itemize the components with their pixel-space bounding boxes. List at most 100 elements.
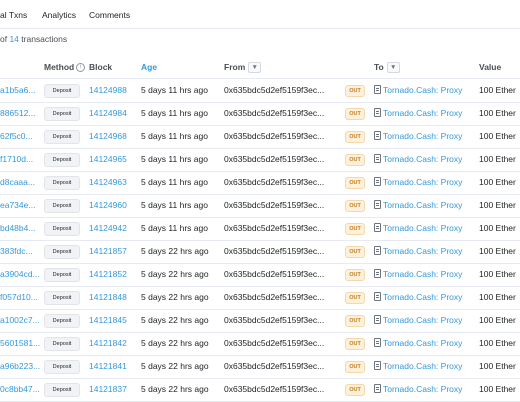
tab-internal-txns[interactable]: al Txns [0, 10, 27, 20]
age-text: 5 days 22 hrs ago [141, 384, 209, 394]
from-address[interactable]: 0x635bdc5d2ef5159f3ec... [224, 154, 324, 164]
method-badge: Deposit [44, 314, 80, 328]
to-address-link[interactable]: Tornado.Cash: Proxy [374, 384, 462, 394]
block-link[interactable]: 14124963 [89, 177, 127, 187]
block-link[interactable]: 14121848 [89, 292, 127, 302]
from-address[interactable]: 0x635bdc5d2ef5159f3ec... [224, 269, 324, 279]
info-icon[interactable]: i [76, 63, 86, 73]
block-link[interactable]: 14124942 [89, 223, 127, 233]
from-address[interactable]: 0x635bdc5d2ef5159f3ec... [224, 223, 324, 233]
txn-hash-link[interactable]: d8caaa... [0, 177, 35, 187]
header-block: Block [89, 62, 113, 72]
age-text: 5 days 11 hrs ago [141, 177, 208, 187]
to-address-link[interactable]: Tornado.Cash: Proxy [374, 85, 462, 95]
to-address-link[interactable]: Tornado.Cash: Proxy [374, 177, 462, 187]
txn-hash-link[interactable]: a1b5a6... [0, 85, 35, 95]
txn-hash-link[interactable]: 62f5c0... [0, 131, 33, 141]
to-address-label: Tornado.Cash: Proxy [383, 177, 463, 187]
funnel-icon[interactable]: ▼ [248, 62, 262, 74]
to-address-link[interactable]: Tornado.Cash: Proxy [374, 292, 462, 302]
value-text: 100 Ether [479, 154, 516, 164]
funnel-icon[interactable]: ▼ [386, 62, 400, 74]
txn-hash-link[interactable]: 0c8bb47... [0, 384, 40, 394]
method-badge: Deposit [44, 84, 80, 98]
from-address[interactable]: 0x635bdc5d2ef5159f3ec... [224, 338, 324, 348]
document-icon [374, 292, 381, 301]
from-address[interactable]: 0x635bdc5d2ef5159f3ec... [224, 85, 324, 95]
block-link[interactable]: 14124960 [89, 200, 127, 210]
txn-hash-link[interactable]: 383fdc... [0, 246, 33, 256]
from-address[interactable]: 0x635bdc5d2ef5159f3ec... [224, 384, 324, 394]
to-address-link[interactable]: Tornado.Cash: Proxy [374, 131, 462, 141]
table-row: f057d10... Deposit 14121848 5 days 22 hrs a… [0, 286, 520, 310]
from-address[interactable]: 0x635bdc5d2ef5159f3ec... [224, 361, 324, 371]
block-link[interactable]: 14121845 [89, 315, 127, 325]
txn-hash-link[interactable]: ea734e... [0, 200, 35, 210]
txn-hash-link[interactable]: a3904cd... [0, 269, 40, 279]
from-address[interactable]: 0x635bdc5d2ef5159f3ec... [224, 246, 324, 256]
from-address[interactable]: 0x635bdc5d2ef5159f3ec... [224, 315, 324, 325]
to-address-link[interactable]: Tornado.Cash: Proxy [374, 315, 462, 325]
direction-badge: OUT [345, 384, 365, 396]
transaction-count-link[interactable]: 14 [9, 34, 18, 44]
txn-hash-link[interactable]: f057d10... [0, 292, 38, 302]
txn-hash-link[interactable]: bd48b4... [0, 223, 35, 233]
block-link[interactable]: 14124988 [89, 85, 127, 95]
age-text: 5 days 11 hrs ago [141, 131, 208, 141]
txn-hash-link[interactable]: 886512... [0, 108, 35, 118]
block-link[interactable]: 14124968 [89, 131, 127, 141]
method-badge: Deposit [44, 153, 80, 167]
direction-badge: OUT [345, 315, 365, 327]
block-link[interactable]: 14121857 [89, 246, 127, 256]
age-text: 5 days 11 hrs ago [141, 85, 208, 95]
tab-bar: al Txns Analytics Comments [0, 0, 520, 29]
from-address[interactable]: 0x635bdc5d2ef5159f3ec... [224, 292, 324, 302]
from-address[interactable]: 0x635bdc5d2ef5159f3ec... [224, 131, 324, 141]
direction-badge: OUT [345, 223, 365, 235]
direction-badge: OUT [345, 269, 365, 281]
document-icon [374, 384, 381, 393]
tab-analytics[interactable]: Analytics [42, 10, 76, 20]
to-address-link[interactable]: Tornado.Cash: Proxy [374, 361, 462, 371]
to-address-link[interactable]: Tornado.Cash: Proxy [374, 338, 462, 348]
block-link[interactable]: 14124984 [89, 108, 127, 118]
to-address-label: Tornado.Cash: Proxy [383, 246, 463, 256]
value-text: 100 Ether [479, 85, 516, 95]
txn-hash-link[interactable]: a96b223... [0, 361, 40, 371]
method-badge: Deposit [44, 199, 80, 213]
from-address[interactable]: 0x635bdc5d2ef5159f3ec... [224, 177, 324, 187]
table-row: 0c8bb47... Deposit 14121837 5 days 22 hrs a… [0, 378, 520, 402]
to-address-label: Tornado.Cash: Proxy [383, 292, 463, 302]
from-address[interactable]: 0x635bdc5d2ef5159f3ec... [224, 108, 324, 118]
to-address-link[interactable]: Tornado.Cash: Proxy [374, 108, 462, 118]
table-row: f1710d... Deposit 14124965 5 days 11 hrs ag… [0, 148, 520, 172]
document-icon [374, 108, 381, 117]
direction-badge: OUT [345, 246, 365, 258]
table-row: 383fdc... Deposit 14121857 5 days 22 hrs ag… [0, 240, 520, 264]
direction-badge: OUT [345, 292, 365, 304]
to-address-label: Tornado.Cash: Proxy [383, 361, 463, 371]
from-address[interactable]: 0x635bdc5d2ef5159f3ec... [224, 200, 324, 210]
to-address-link[interactable]: Tornado.Cash: Proxy [374, 246, 462, 256]
to-address-link[interactable]: Tornado.Cash: Proxy [374, 223, 462, 233]
header-age[interactable]: Age [141, 62, 157, 72]
to-address-link[interactable]: Tornado.Cash: Proxy [374, 154, 462, 164]
to-address-link[interactable]: Tornado.Cash: Proxy [374, 269, 462, 279]
txn-hash-link[interactable]: 5601581... [0, 338, 40, 348]
block-link[interactable]: 14121842 [89, 338, 127, 348]
value-text: 100 Ether [479, 338, 516, 348]
document-icon [374, 177, 381, 186]
document-icon [374, 85, 381, 94]
value-text: 100 Ether [479, 384, 516, 394]
method-badge: Deposit [44, 222, 80, 236]
tab-comments[interactable]: Comments [89, 10, 130, 20]
document-icon [374, 315, 381, 324]
block-link[interactable]: 14121841 [89, 361, 127, 371]
block-link[interactable]: 14121837 [89, 384, 127, 394]
to-address-link[interactable]: Tornado.Cash: Proxy [374, 200, 462, 210]
txn-hash-link[interactable]: f1710d... [0, 154, 33, 164]
header-to-label: To [374, 62, 384, 72]
block-link[interactable]: 14121852 [89, 269, 127, 279]
txn-hash-link[interactable]: a1002c7... [0, 315, 40, 325]
block-link[interactable]: 14124965 [89, 154, 127, 164]
